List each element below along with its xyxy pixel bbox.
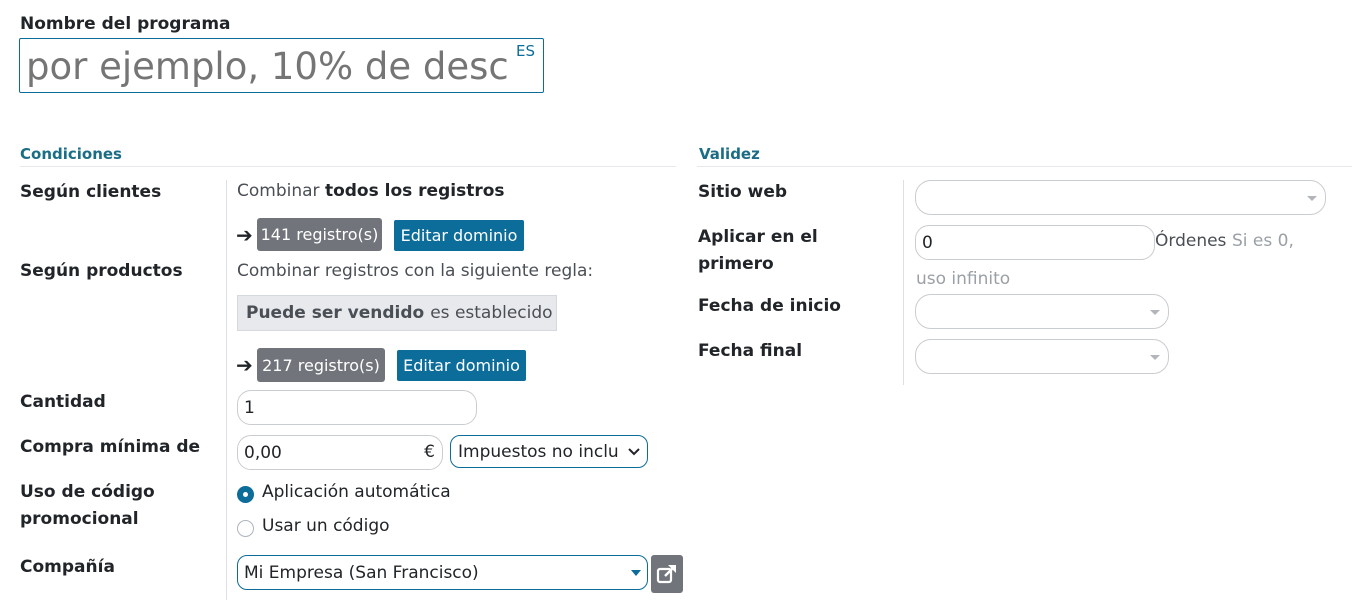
min-purchase-label: Compra mínima de [20, 437, 201, 457]
apply-first-label-line2: primero [698, 254, 774, 274]
language-badge[interactable]: ES [516, 42, 535, 60]
quantity-value: 1 [244, 397, 255, 418]
conditions-column-separator [226, 180, 227, 600]
arrow-right-icon: ➔ [236, 353, 253, 377]
customers-combine-prefix: Combinar [237, 181, 320, 201]
external-link-icon [656, 565, 676, 584]
company-label: Compañía [20, 557, 115, 577]
validity-column-separator [903, 180, 904, 385]
promo-auto-radio[interactable] [237, 486, 254, 503]
products-records-button[interactable]: 217 registro(s) [257, 348, 385, 382]
website-label: Sitio web [698, 182, 788, 202]
customers-combine-bold: todos los registros [324, 181, 505, 201]
start-date-label: Fecha de inicio [698, 296, 841, 316]
products-domain-rule: Puede ser vendido es establecido [237, 295, 557, 331]
validity-divider [697, 166, 1352, 167]
conditions-section-title: Condiciones [20, 145, 122, 163]
company-open-button[interactable] [651, 555, 683, 593]
promo-code-label[interactable]: Usar un código [262, 516, 390, 536]
promo-auto-label[interactable]: Aplicación automática [262, 482, 451, 502]
products-rule-field: Puede ser vendido [246, 303, 425, 323]
tax-mode-select[interactable]: Impuestos no inclu [450, 435, 648, 468]
max-usage-unit: Órdenes [1155, 231, 1227, 251]
min-purchase-value: 0,00 [244, 442, 282, 463]
end-date-input[interactable] [915, 339, 1169, 374]
quantity-input[interactable]: 1 [237, 390, 477, 425]
promo-code-usage-label-line1: Uso de código [20, 482, 155, 502]
company-select[interactable]: Mi Empresa (San Francisco) [237, 555, 648, 590]
end-date-label: Fecha final [698, 341, 803, 361]
products-label: Según productos [20, 261, 183, 281]
program-name-field[interactable]: ES [19, 38, 544, 93]
apply-first-label-line1: Aplicar en el [698, 227, 818, 247]
customers-label: Según clientes [20, 182, 162, 202]
promo-code-radio[interactable] [237, 520, 254, 537]
max-usage-value: 0 [922, 232, 933, 253]
max-usage-input[interactable]: 0 [915, 225, 1155, 260]
customers-combine-text: Combinar todos los registros [237, 181, 505, 201]
quantity-label: Cantidad [20, 392, 106, 412]
start-date-input[interactable] [915, 294, 1169, 329]
chevron-down-icon [1150, 309, 1160, 315]
max-usage-hint-part2: uso infinito [916, 269, 1011, 289]
program-name-input[interactable] [26, 43, 510, 89]
arrow-right-icon: ➔ [236, 223, 253, 247]
customers-records-button[interactable]: 141 registro(s) [257, 218, 382, 251]
chevron-down-icon [631, 570, 641, 576]
conditions-divider [20, 166, 676, 167]
customers-edit-domain-button[interactable]: Editar dominio [394, 220, 524, 251]
company-value: Mi Empresa (San Francisco) [244, 562, 479, 583]
min-purchase-input[interactable]: 0,00 € [237, 435, 443, 470]
validity-section-title: Validez [699, 145, 760, 163]
website-select[interactable] [915, 180, 1326, 215]
products-rule-operator: es establecido [430, 303, 553, 323]
max-usage-hint-part1: Si es 0, [1232, 231, 1294, 251]
chevron-down-icon [1150, 354, 1160, 360]
products-edit-domain-button[interactable]: Editar dominio [397, 350, 526, 381]
currency-symbol: € [424, 442, 435, 462]
products-combine-text: Combinar registros con la siguiente regl… [237, 261, 594, 281]
program-name-label: Nombre del programa [20, 14, 231, 34]
promo-code-usage-label-line2: promocional [20, 509, 139, 529]
chevron-down-icon [1307, 195, 1317, 201]
tax-mode-value: Impuestos no inclu [458, 441, 619, 462]
chevron-down-icon [628, 448, 640, 456]
